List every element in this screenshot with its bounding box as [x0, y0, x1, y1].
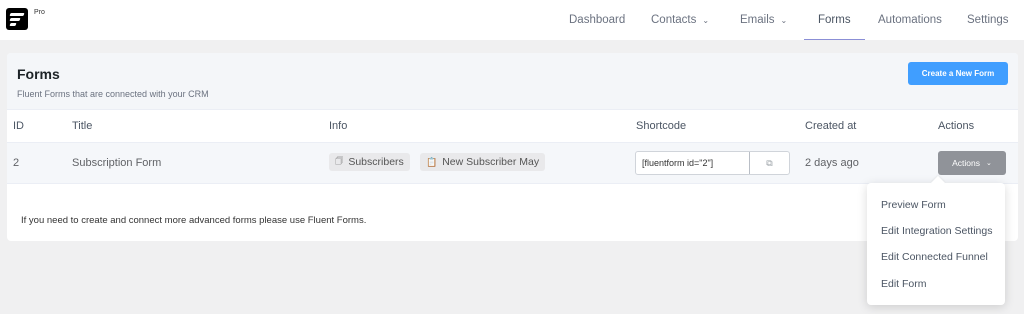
nav-contacts-label: Contacts	[651, 14, 697, 26]
actions-button-label: Actions	[952, 158, 980, 168]
nav-forms[interactable]: Forms	[804, 0, 865, 40]
pro-badge: Pro	[34, 9, 45, 16]
column-header-actions: Actions	[938, 120, 975, 132]
nav-dashboard-label: Dashboard	[569, 14, 626, 26]
shortcode-input[interactable]: [fluentform id="2"]	[636, 152, 750, 174]
create-new-form-button[interactable]: Create a New Form	[908, 62, 1008, 85]
actions-dropdown-button[interactable]: Actions ⌄	[938, 151, 1006, 175]
page-subtitle: Fluent Forms that are connected with you…	[17, 89, 209, 99]
chevron-down-icon: ⌄	[702, 15, 710, 25]
column-header-info: Info	[329, 120, 348, 132]
menu-item-edit-form[interactable]: Edit Form	[881, 278, 927, 290]
column-header-shortcode: Shortcode	[636, 120, 687, 132]
copy-icon[interactable]: ⧉	[750, 152, 789, 174]
nav-settings-label: Settings	[967, 14, 1009, 26]
nav-contacts[interactable]: Contacts ⌄	[651, 0, 709, 40]
nav-automations[interactable]: Automations	[878, 0, 942, 40]
info-tag-label: New Subscriber May	[442, 156, 540, 168]
folder-icon: 🗇	[335, 156, 344, 166]
nav-settings[interactable]: Settings	[967, 0, 1009, 40]
clipboard-icon: 📋	[426, 156, 438, 167]
form-id: 2	[13, 157, 20, 169]
advanced-forms-note: If you need to create and connect more a…	[21, 215, 367, 226]
table-header: ID Title Info Shortcode Created at Actio…	[7, 109, 1018, 143]
chevron-down-icon: ⌄	[780, 15, 788, 25]
nav-emails-label: Emails	[740, 14, 775, 26]
fluentcrm-logo-icon[interactable]	[6, 8, 28, 30]
top-navbar: Pro Dashboard Contacts ⌄ Emails ⌄ Forms …	[0, 0, 1024, 40]
info-tag-list: 🗇 Subscribers	[329, 153, 410, 171]
menu-item-edit-integration-settings[interactable]: Edit Integration Settings	[881, 225, 993, 237]
form-title: Subscription Form	[72, 157, 162, 169]
created-at: 2 days ago	[805, 157, 859, 169]
page-title: Forms	[17, 66, 60, 82]
nav-forms-label: Forms	[818, 14, 851, 26]
table-row: 2 Subscription Form 🗇 Subscribers 📋 New …	[7, 143, 1018, 184]
menu-item-preview-form[interactable]: Preview Form	[881, 199, 946, 211]
info-tag-label: Subscribers	[348, 156, 404, 168]
nav-dashboard[interactable]: Dashboard	[569, 0, 625, 40]
chevron-down-icon: ⌄	[986, 160, 992, 167]
column-header-created-at: Created at	[805, 120, 857, 132]
menu-item-edit-connected-funnel[interactable]: Edit Connected Funnel	[881, 251, 988, 263]
nav-automations-label: Automations	[878, 14, 942, 26]
card-header: Forms Fluent Forms that are connected wi…	[7, 53, 1018, 109]
info-tag-tag: 📋 New Subscriber May	[420, 153, 546, 171]
column-header-id: ID	[13, 120, 24, 132]
actions-dropdown-menu: Preview Form Edit Integration Settings E…	[867, 183, 1005, 305]
nav-emails[interactable]: Emails ⌄	[740, 0, 787, 40]
column-header-title: Title	[72, 120, 93, 132]
shortcode-field: [fluentform id="2"] ⧉	[635, 151, 790, 175]
